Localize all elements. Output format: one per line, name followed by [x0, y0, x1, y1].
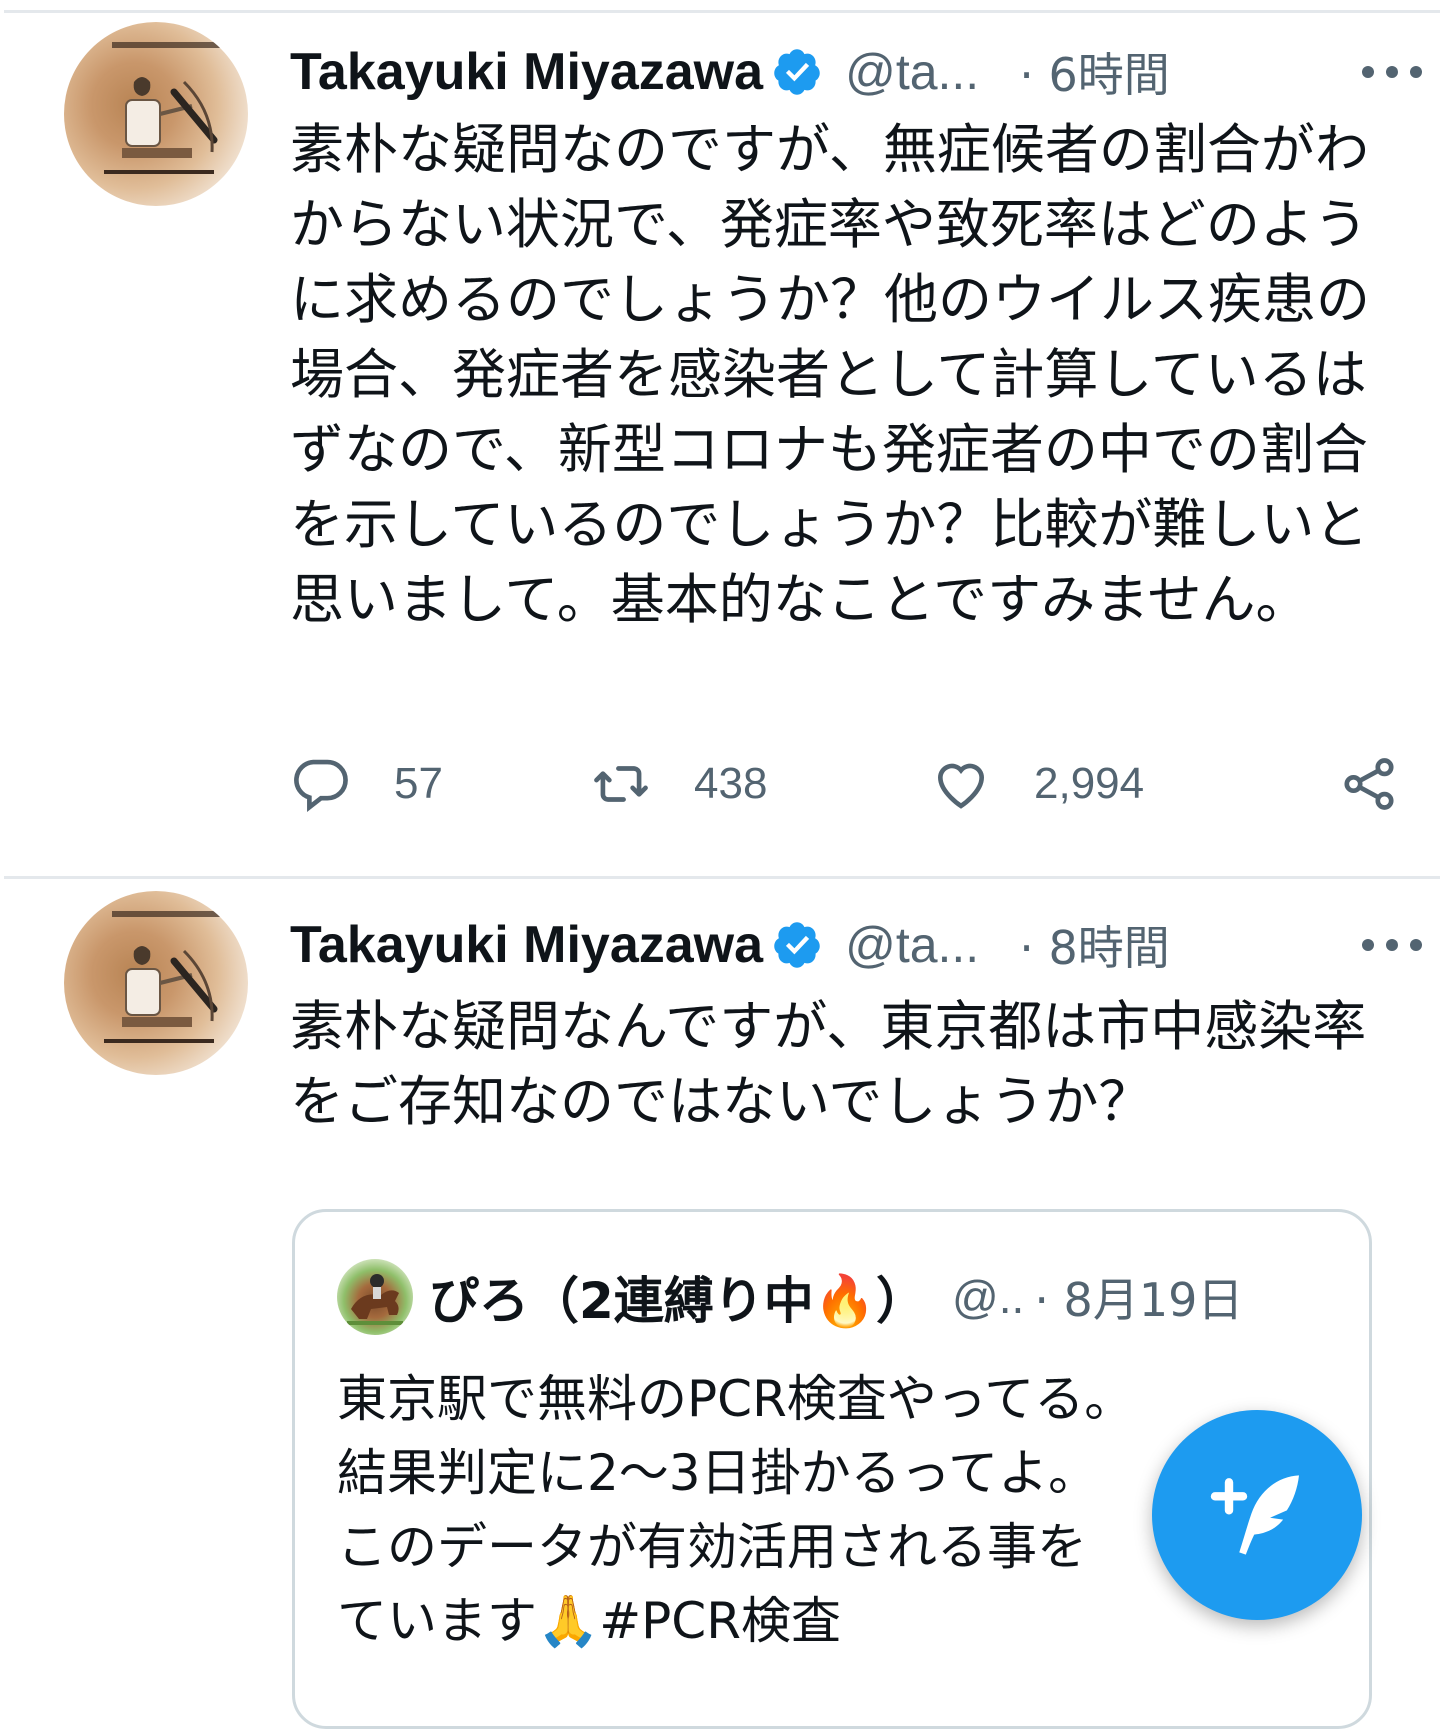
tweet-actions: 57 438 2,994 — [290, 752, 1400, 816]
author-handle[interactable]: @ta... — [845, 43, 979, 101]
avatar[interactable] — [64, 891, 248, 1075]
timestamp[interactable]: · 6時間 — [1019, 39, 1170, 105]
avatar[interactable] — [64, 22, 248, 206]
avatar-illustration — [104, 911, 222, 1043]
reply-button[interactable]: 57 — [290, 752, 443, 816]
tweet-text: 素朴な疑問なんですが、東京都は市中感染率をご存知なのではないでしょうか？ — [290, 995, 1367, 1133]
compose-tweet-icon — [1210, 1475, 1299, 1555]
tweet[interactable]: Takayuki Miyazawa @ta... · 6時間 素朴な疑問なのです… — [0, 12, 1440, 876]
quoted-tweet-header: ぴろ（2連縛り中🔥） @.. · 8月19日 — [337, 1252, 1329, 1342]
tweet-text: 素朴な疑問なのですが、無症候者の割合がわからない状況で、発症率や致死率はどのよう… — [290, 118, 1370, 631]
reply-icon — [294, 759, 348, 813]
retweet-button[interactable]: 438 — [590, 752, 767, 816]
tweet-header: Takayuki Miyazawa @ta... · 6時間 — [290, 32, 1400, 112]
quoted-author-handle[interactable]: @.. — [952, 1270, 1024, 1324]
heart-icon — [938, 763, 984, 809]
reply-count: 57 — [394, 759, 443, 808]
quoted-text-line: ています🙏#PCR検査 — [337, 1592, 841, 1650]
timestamp[interactable]: · 8時間 — [1019, 912, 1170, 978]
quoted-author-name[interactable]: ぴろ（2連縛り中🔥） — [429, 1261, 926, 1333]
tweet-header: Takayuki Miyazawa @ta... · 8時間 — [290, 905, 1400, 985]
retweet-icon — [594, 766, 648, 802]
compose-tweet-button[interactable] — [1152, 1410, 1362, 1620]
verified-badge-icon — [774, 922, 820, 968]
more-icon[interactable] — [1356, 52, 1428, 92]
quoted-timestamp[interactable]: · 8月19日 — [1034, 1264, 1243, 1330]
quoted-avatar[interactable] — [337, 1259, 413, 1335]
author-name[interactable]: Takayuki Miyazawa — [290, 915, 763, 975]
retweet-count: 438 — [694, 759, 768, 808]
share-icon — [1344, 758, 1394, 810]
like-count: 2,994 — [1034, 759, 1145, 808]
verified-badge-icon — [774, 49, 820, 95]
author-handle[interactable]: @ta... — [845, 916, 979, 974]
quoted-avatar-illustration — [347, 1274, 403, 1325]
like-button[interactable]: 2,994 — [930, 752, 1144, 816]
author-name[interactable]: Takayuki Miyazawa — [290, 42, 763, 102]
share-button[interactable] — [1338, 752, 1400, 816]
more-icon[interactable] — [1356, 925, 1428, 965]
avatar-illustration — [104, 42, 222, 174]
quoted-text-line: 東京駅で無料のPCR検査やってる。 — [337, 1370, 1135, 1428]
